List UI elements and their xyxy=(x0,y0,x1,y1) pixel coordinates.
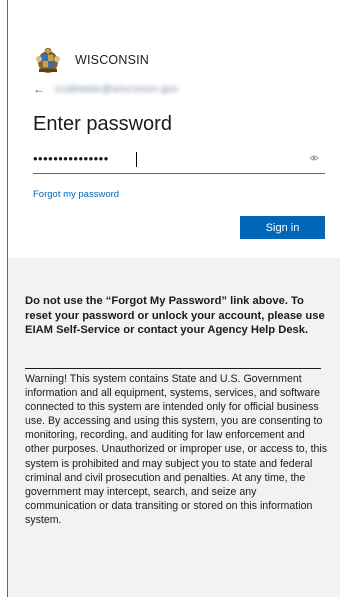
password-reset-notice: Do not use the “Forgot My Password” link… xyxy=(25,295,325,336)
page-title: Enter password xyxy=(33,113,172,135)
eye-icon[interactable] xyxy=(309,153,319,163)
window-edge-right xyxy=(340,0,350,597)
sign-in-card: WISCONSIN ← ccabtadar@wisconsin.gov Ente… xyxy=(8,0,340,597)
sign-in-form: WISCONSIN ← ccabtadar@wisconsin.gov Ente… xyxy=(8,0,340,258)
account-email: ccabtadar@wisconsin.gov xyxy=(55,83,179,95)
forgot-password-link[interactable]: Forgot my password xyxy=(33,189,119,200)
system-warning-text: Warning! This system contains State and … xyxy=(25,373,328,526)
back-arrow-icon[interactable]: ← xyxy=(33,82,45,96)
text-caret xyxy=(136,152,137,167)
brand-logo: WISCONSIN xyxy=(33,45,149,75)
wisconsin-seal-icon xyxy=(36,47,60,73)
sign-in-page: WISCONSIN ← ccabtadar@wisconsin.gov Ente… xyxy=(0,0,350,597)
account-row: ← ccabtadar@wisconsin.gov xyxy=(33,82,178,96)
password-field[interactable] xyxy=(33,145,325,174)
password-input[interactable] xyxy=(33,145,293,171)
sign-in-button[interactable]: Sign in xyxy=(240,216,325,239)
brand-name: WISCONSIN xyxy=(75,53,150,67)
notice-panel: Do not use the “Forgot My Password” link… xyxy=(8,258,340,597)
notice-divider xyxy=(25,368,321,369)
